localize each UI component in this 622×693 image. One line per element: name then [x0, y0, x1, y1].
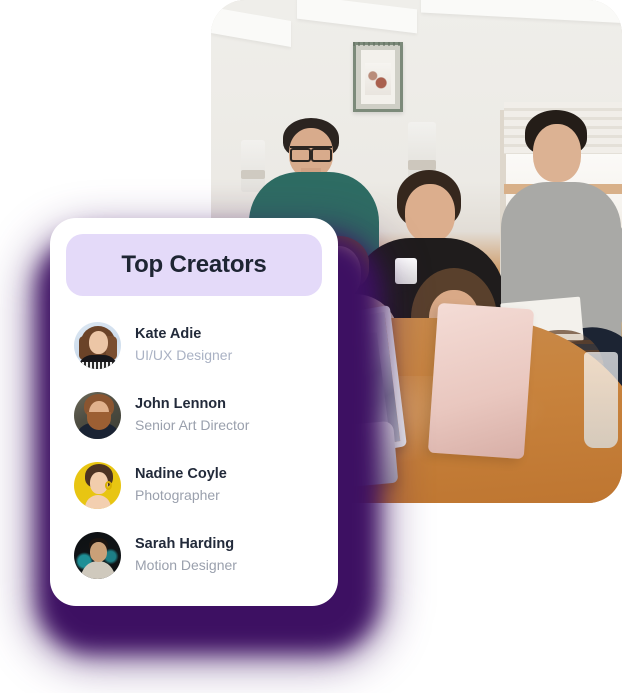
ceiling-beam	[297, 0, 417, 34]
sleeve	[593, 220, 622, 330]
creator-role: UI/UX Designer	[135, 347, 233, 363]
head	[533, 124, 581, 182]
creator-text: Kate Adie UI/UX Designer	[135, 324, 232, 366]
ceiling-beam	[421, 0, 622, 24]
creator-role: Motion Designer	[135, 557, 237, 573]
wall-picture-frame	[353, 42, 403, 112]
creator-text: John Lennon Senior Art Director	[135, 394, 249, 436]
head	[405, 184, 455, 242]
card-header: Top Creators	[66, 234, 322, 296]
creator-name: Sarah Harding	[135, 535, 235, 552]
drinking-glass	[584, 352, 618, 448]
frame-pattern	[353, 42, 403, 46]
creator-list: Kate Adie UI/UX Designer John Lennon Sen…	[66, 310, 322, 590]
avatar-face	[89, 330, 108, 354]
page-root: Top Creators Kate Adie UI/UX Designer Jo…	[0, 0, 622, 693]
avatar-nadine-coyle[interactable]	[74, 461, 121, 509]
creator-text: Sarah Harding Motion Designer	[135, 534, 237, 576]
avatar-face	[90, 541, 107, 562]
avatar-sarah-harding[interactable]	[74, 531, 121, 579]
creator-role: Photographer	[135, 487, 220, 503]
creator-text: Nadine Coyle Photographer	[135, 464, 227, 506]
avatar-dress-trim	[78, 361, 117, 369]
list-item[interactable]: Sarah Harding Motion Designer	[66, 520, 322, 590]
eyeglasses-icon	[290, 146, 332, 162]
avatar-earring	[105, 480, 112, 490]
frame-artwork	[365, 63, 391, 95]
list-item[interactable]: John Lennon Senior Art Director	[66, 380, 322, 450]
ceiling-beam	[211, 6, 291, 48]
creator-role: Senior Art Director	[135, 417, 250, 433]
top-creators-card: Top Creators Kate Adie UI/UX Designer Jo…	[50, 218, 338, 606]
avatar-john-lennon[interactable]	[74, 391, 121, 439]
list-item[interactable]: Kate Adie UI/UX Designer	[66, 310, 322, 380]
creator-name: John Lennon	[135, 395, 227, 412]
list-item[interactable]: Nadine Coyle Photographer	[66, 450, 322, 520]
card-title: Top Creators	[121, 251, 267, 278]
laptop-pink	[427, 302, 535, 460]
creator-name: Kate Adie	[135, 325, 202, 342]
avatar-kate-adie[interactable]	[74, 321, 121, 369]
creator-name: Nadine Coyle	[135, 465, 227, 482]
